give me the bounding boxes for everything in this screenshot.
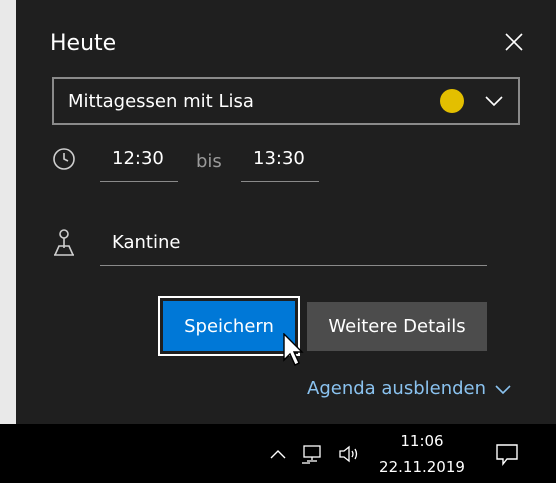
chevron-down-icon	[495, 384, 511, 394]
clock-icon	[53, 148, 75, 170]
volume-icon	[339, 445, 358, 462]
start-time-field[interactable]: 12:30	[100, 142, 178, 182]
mouse-cursor-icon	[283, 333, 304, 366]
end-time-field[interactable]: 13:30	[241, 142, 319, 182]
notification-icon	[496, 443, 518, 466]
volume-button[interactable]	[334, 424, 364, 483]
more-details-button[interactable]: Weitere Details	[307, 302, 487, 351]
taskbar-date: 22.11.2019	[379, 458, 465, 476]
event-title-value: Mittagessen mit Lisa	[68, 91, 254, 112]
taskbar: 11:06 22.11.2019	[0, 424, 556, 483]
location-value: Kantine	[112, 232, 181, 253]
taskbar-time: 11:06	[400, 432, 444, 450]
chevron-up-icon	[270, 449, 286, 458]
network-button[interactable]	[298, 424, 328, 483]
location-pin-icon	[54, 229, 74, 256]
event-color-dot[interactable]	[440, 89, 464, 113]
save-button-label: Speichern	[163, 301, 295, 351]
taskbar-clock[interactable]: 11:06 22.11.2019	[366, 428, 478, 480]
flyout-title: Heute	[50, 31, 117, 56]
save-button[interactable]: Speichern	[158, 296, 300, 356]
between-label: bis	[196, 151, 222, 172]
hide-agenda-link[interactable]: Agenda ausblenden	[307, 378, 512, 399]
close-icon	[505, 33, 523, 51]
calendar-flyout: Heute Mittagessen mit Lisa 12:30 bis 13:…	[16, 0, 556, 424]
event-title-field[interactable]: Mittagessen mit Lisa	[52, 77, 520, 125]
end-time-value: 13:30	[253, 148, 305, 169]
network-icon	[302, 444, 321, 464]
hide-agenda-label: Agenda ausblenden	[307, 378, 487, 399]
location-field[interactable]: Kantine	[100, 224, 487, 266]
close-button[interactable]	[500, 28, 528, 56]
start-time-value: 12:30	[112, 148, 164, 169]
action-center-button[interactable]	[490, 424, 524, 483]
chevron-down-icon[interactable]	[484, 91, 504, 111]
show-hidden-icons-button[interactable]	[264, 424, 292, 483]
background-window-edge	[0, 0, 16, 424]
